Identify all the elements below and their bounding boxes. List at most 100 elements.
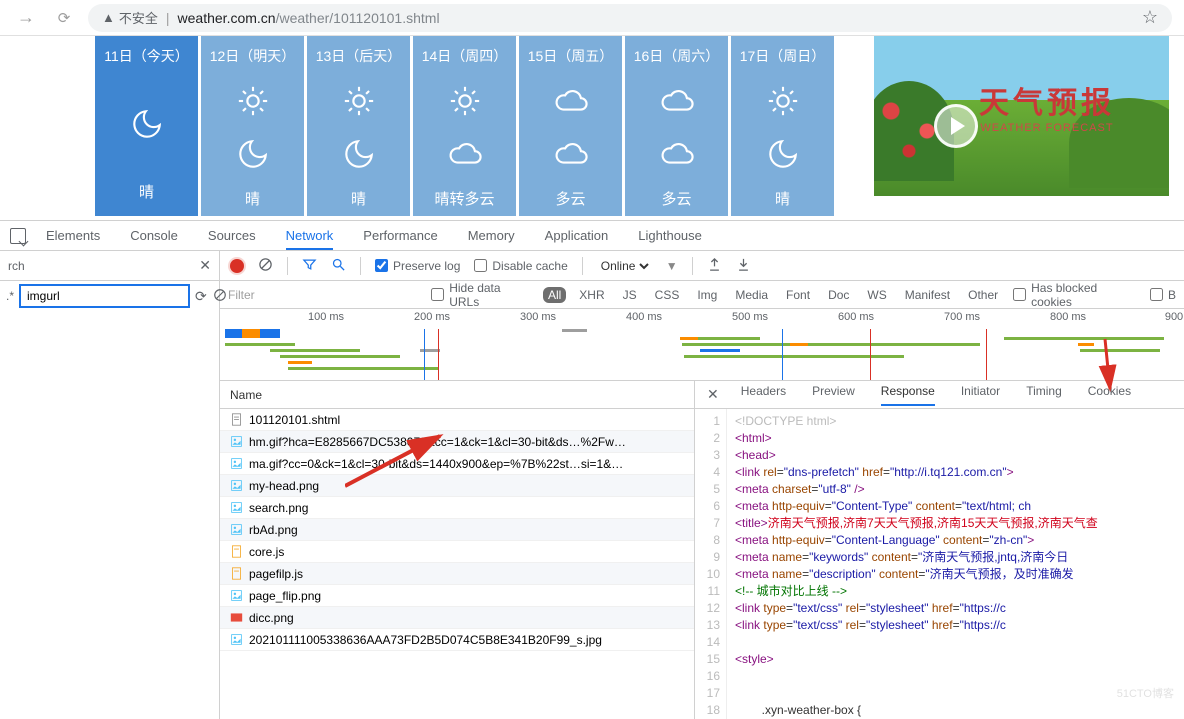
detail-tab-response[interactable]: Response xyxy=(881,384,935,406)
request-row[interactable]: rbAd.png xyxy=(220,519,694,541)
filter-input[interactable] xyxy=(228,285,421,305)
weather-desc: 晴 xyxy=(245,188,260,209)
devtools-tab-memory[interactable]: Memory xyxy=(468,221,515,250)
devtools-tab-application[interactable]: Application xyxy=(545,221,609,250)
cloud-icon xyxy=(660,84,694,121)
refresh-icon[interactable]: ⟳ xyxy=(195,288,207,305)
close-icon[interactable]: ✕ xyxy=(199,257,211,274)
search-pane-label: rch xyxy=(8,259,25,273)
weather-date: 14日（周四） xyxy=(422,46,508,66)
detail-tab-initiator[interactable]: Initiator xyxy=(961,384,1000,406)
request-row[interactable]: my-head.png xyxy=(220,475,694,497)
reload-icon[interactable]: ⟳ xyxy=(50,4,78,32)
weather-card-0[interactable]: 11日（今天） 晴 xyxy=(95,36,198,216)
timeline-tick: 500 ms xyxy=(732,311,768,323)
cloud-icon xyxy=(660,137,694,174)
blocked-cookies-checkbox[interactable]: Has blocked cookies xyxy=(1013,281,1140,309)
request-row[interactable]: 101120101.shtml xyxy=(220,409,694,431)
filter-type-doc[interactable]: Doc xyxy=(823,287,854,303)
detail-tab-preview[interactable]: Preview xyxy=(812,384,855,406)
file-icon xyxy=(230,479,243,492)
weather-card-6[interactable]: 17日（周日） 晴 xyxy=(731,36,834,216)
devtools-tab-elements[interactable]: Elements xyxy=(46,221,100,250)
file-icon xyxy=(230,413,243,426)
timeline-tick: 200 ms xyxy=(414,311,450,323)
weather-card-3[interactable]: 14日（周四） 晴转多云 xyxy=(413,36,516,216)
request-row[interactable]: hm.gif?hca=E8285667DC538078&cc=1&ck=1&cl… xyxy=(220,431,694,453)
file-icon xyxy=(230,545,243,558)
search-input[interactable] xyxy=(20,285,189,307)
throttling-select[interactable]: Online xyxy=(597,258,652,274)
cloud-icon xyxy=(554,84,588,121)
request-row[interactable]: 20210111100533863​6AAA73FD2B5D074C5B8E34… xyxy=(220,629,694,651)
timeline-tick: 800 ms xyxy=(1050,311,1086,323)
search-icon[interactable] xyxy=(331,257,346,275)
detail-tab-timing[interactable]: Timing xyxy=(1026,384,1062,406)
weather-card-2[interactable]: 13日（后天） 晴 xyxy=(307,36,410,216)
request-row[interactable]: core.js xyxy=(220,541,694,563)
timeline-overview[interactable]: 100 ms200 ms300 ms400 ms500 ms600 ms700 … xyxy=(220,309,1184,381)
disable-cache-checkbox[interactable]: Disable cache xyxy=(474,259,567,273)
request-row[interactable]: ma.gif?cc=0&ck=1&cl=30-bit&ds=1440x900&e… xyxy=(220,453,694,475)
weather-desc: 晴 xyxy=(351,188,366,209)
filter-type-ws[interactable]: WS xyxy=(862,287,891,303)
devtools-tab-performance[interactable]: Performance xyxy=(363,221,437,250)
file-icon xyxy=(230,501,243,514)
request-row[interactable]: search.png xyxy=(220,497,694,519)
weather-date: 12日（明天） xyxy=(210,46,296,66)
file-icon xyxy=(230,457,243,470)
request-row[interactable]: page_flip.png xyxy=(220,585,694,607)
filter-type-manifest[interactable]: Manifest xyxy=(900,287,955,303)
filter-type-img[interactable]: Img xyxy=(692,287,722,303)
sun-icon xyxy=(766,84,800,121)
close-icon[interactable]: ✕ xyxy=(707,386,719,403)
moon-icon xyxy=(130,107,164,144)
sun-icon xyxy=(448,84,482,121)
filter-type-css[interactable]: CSS xyxy=(650,287,685,303)
address-bar[interactable]: ▲ 不安全 | weather.com.cn/weather/101120101… xyxy=(88,4,1172,32)
filter-icon[interactable] xyxy=(302,257,317,275)
inspect-icon[interactable] xyxy=(10,228,26,244)
weather-date: 13日（后天） xyxy=(316,46,402,66)
weather-card-5[interactable]: 16日（周六） 多云 xyxy=(625,36,728,216)
request-row[interactable]: pagefilp.js xyxy=(220,563,694,585)
bookmark-icon[interactable]: ☆ xyxy=(1142,7,1158,28)
forward-icon[interactable]: → xyxy=(12,4,40,32)
file-icon xyxy=(230,589,243,602)
file-icon xyxy=(230,567,243,580)
detail-tab-cookies[interactable]: Cookies xyxy=(1088,384,1131,406)
clear-icon[interactable] xyxy=(258,257,273,275)
filter-type-all[interactable]: All xyxy=(543,287,566,303)
devtools-tab-sources[interactable]: Sources xyxy=(208,221,256,250)
devtools-tab-console[interactable]: Console xyxy=(130,221,178,250)
blocked-b-checkbox[interactable]: B xyxy=(1150,288,1176,302)
filter-type-other[interactable]: Other xyxy=(963,287,1003,303)
devtools-tab-lighthouse[interactable]: Lighthouse xyxy=(638,221,702,250)
filter-type-media[interactable]: Media xyxy=(730,287,773,303)
preserve-log-checkbox[interactable]: Preserve log xyxy=(375,259,460,273)
video-banner[interactable]: 天气预报 WEATHER FORECAST xyxy=(874,36,1169,196)
download-icon[interactable] xyxy=(736,257,751,275)
weather-desc: 晴转多云 xyxy=(434,188,494,209)
file-icon xyxy=(230,435,243,448)
devtools-tab-network[interactable]: Network xyxy=(286,221,334,250)
request-row[interactable]: dicc.png xyxy=(220,607,694,629)
timeline-tick: 100 ms xyxy=(308,311,344,323)
weather-desc: 多云 xyxy=(661,188,691,209)
name-column-header[interactable]: Name xyxy=(220,381,694,409)
upload-icon[interactable] xyxy=(707,257,722,275)
detail-tab-headers[interactable]: Headers xyxy=(741,384,786,406)
sun-icon xyxy=(236,84,270,121)
filter-type-js[interactable]: JS xyxy=(618,287,642,303)
weather-card-4[interactable]: 15日（周五） 多云 xyxy=(519,36,622,216)
weather-desc: 晴 xyxy=(775,188,790,209)
timeline-tick: 600 ms xyxy=(838,311,874,323)
filter-type-font[interactable]: Font xyxy=(781,287,815,303)
regex-mode[interactable]: .* xyxy=(6,289,14,303)
filter-type-xhr[interactable]: XHR xyxy=(574,287,609,303)
cloud-icon xyxy=(448,137,482,174)
hide-data-urls-checkbox[interactable]: Hide data URLs xyxy=(431,281,533,309)
record-button[interactable] xyxy=(230,259,244,273)
weather-card-1[interactable]: 12日（明天） 晴 xyxy=(201,36,304,216)
moon-icon xyxy=(342,137,376,174)
